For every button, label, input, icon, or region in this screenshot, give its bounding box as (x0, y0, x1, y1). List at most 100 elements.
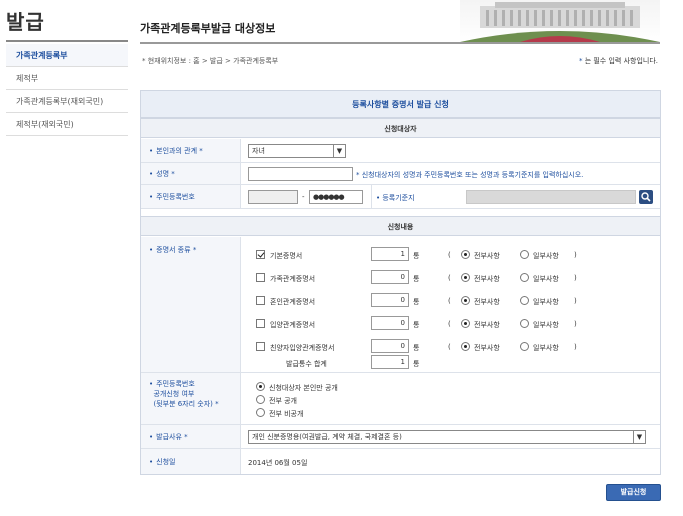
cert-radio-part-marriage[interactable] (520, 296, 529, 305)
cert-radio-all-basic[interactable] (461, 250, 470, 259)
cert-radio-all-marriage[interactable] (461, 296, 470, 305)
cert-count-full-adoption[interactable]: 0 (371, 339, 409, 353)
disclosure-option-self: 신청대상자 본인만 공개 (269, 384, 338, 392)
cert-radio-part-adoption[interactable] (520, 319, 529, 328)
cert-name-full-adoption: 친양자입양관계증명서 (270, 344, 335, 352)
paren-open: ( (448, 343, 451, 351)
sidebar-item-removed-register-overseas[interactable]: 제적부(재외국민) (6, 113, 128, 136)
date-label: • 신청일 (141, 449, 241, 474)
cert-count-basic[interactable]: 1 (371, 247, 409, 261)
name-input[interactable] (248, 167, 353, 181)
cert-label: • 증명서 종류 * (141, 237, 241, 372)
paren-close: ) (574, 297, 577, 305)
required-note-text: 는 필수 입력 사항입니다. (582, 57, 658, 65)
cert-unit: 통 (413, 344, 420, 352)
cert-checkbox-full-adoption[interactable] (256, 342, 265, 351)
reason-label: • 발급사유 * (141, 425, 241, 448)
cert-count-adoption[interactable]: 0 (371, 316, 409, 330)
row-date: • 신청일 2014년 06월 05일 (141, 449, 660, 474)
page: 발급 가족관계등록부 제적부 가족관계등록부(재외국민) 제적부(재외국민) 가… (0, 0, 683, 516)
cert-count-family[interactable]: 0 (371, 270, 409, 284)
cert-radio-part-full-adoption[interactable] (520, 342, 529, 351)
opt-all-label: 전부사항 (474, 321, 500, 329)
search-icon (641, 192, 651, 202)
sidebar-item-removed-register[interactable]: 제적부 (6, 67, 128, 90)
cert-name-basic: 기본증명서 (270, 252, 303, 260)
opt-part-label: 일부사항 (533, 344, 559, 352)
section-applicant-header: 신청대상자 (141, 118, 660, 138)
rrn-back-input[interactable]: ●●●●●● (309, 190, 363, 204)
rrn-label: • 주민등록번호 (141, 185, 241, 208)
application-form: 등록사항별 증명서 발급 신청 신청대상자 • 본인과의 관계 * 자녀 ▼ • 성… (140, 90, 661, 475)
paren-close: ) (574, 251, 577, 259)
row-rrn: • 주민등록번호 - ●●●●●● • 등록기준지 (141, 185, 660, 209)
opt-all-label: 전부사항 (474, 252, 500, 260)
paren-close: ) (574, 343, 577, 351)
cert-unit: 통 (413, 275, 420, 283)
row-reason: • 발급사유 * 개인 신분증명용(여권발급, 계약 체결, 국제결혼 등) ▼ (141, 425, 660, 449)
cert-unit: 통 (413, 298, 420, 306)
cert-count-marriage[interactable]: 0 (371, 293, 409, 307)
total-count: 1 (371, 355, 409, 369)
disclosure-option-none: 전부 비공개 (269, 410, 304, 418)
apply-button[interactable]: 발급신청 (606, 484, 661, 501)
row-disclosure: • 주민등록번호 공개신청 여부 (뒷부분 6자리 숫자) * 신청대상자 본인만… (141, 373, 660, 425)
reason-select-value: 개인 신분증명용(여권발급, 계약 체결, 국제결혼 등) (252, 433, 402, 441)
cert-checkbox-marriage[interactable] (256, 296, 265, 305)
header-banner-image (460, 0, 660, 42)
paren-close: ) (574, 274, 577, 282)
cert-name-family: 가족관계증명서 (270, 275, 316, 283)
cert-checkbox-basic[interactable] (256, 250, 265, 259)
cert-radio-part-family[interactable] (520, 273, 529, 282)
paren-open: ( (448, 274, 451, 282)
domicile-input[interactable] (466, 190, 636, 204)
row-relation: • 본인과의 관계 * 자녀 ▼ (141, 139, 660, 163)
required-note: * 는 필수 입력 사항입니다. (579, 56, 658, 66)
chevron-down-icon: ▼ (333, 145, 345, 157)
opt-part-label: 일부사항 (533, 298, 559, 306)
disclosure-radio-none[interactable] (256, 408, 265, 417)
rrn-front-input[interactable] (248, 190, 298, 204)
sidebar-item-family-register[interactable]: 가족관계등록부 (6, 44, 128, 67)
application-date: 2014년 06월 05일 (248, 459, 308, 467)
row-name: • 성명 * * 신청대상자의 성명과 주민등록번호 또는 성명과 등록기준지를 … (141, 163, 660, 185)
total-label: 발급통수 합계 (286, 360, 327, 368)
paren-open: ( (448, 297, 451, 305)
disclosure-radio-all[interactable] (256, 395, 265, 404)
domicile-label: • 등록기준지 (376, 194, 415, 202)
rrn-dash: - (302, 193, 305, 201)
opt-all-label: 전부사항 (474, 298, 500, 306)
cert-unit: 통 (413, 252, 420, 260)
name-hint: * 신청대상자의 성명과 주민등록번호 또는 성명과 등록기준지를 입력하십시오… (356, 171, 584, 179)
page-title: 가족관계등록부발급 대상정보 (140, 22, 276, 35)
relation-select[interactable]: 자녀 ▼ (248, 144, 346, 158)
cert-checkbox-family[interactable] (256, 273, 265, 282)
opt-part-label: 일부사항 (533, 275, 559, 283)
disclosure-option-all: 전부 공개 (269, 397, 297, 405)
sidebar-divider (6, 40, 128, 42)
disclosure-radio-self[interactable] (256, 382, 265, 391)
breadcrumb: * 현재위치정보 : 홈 > 발급 > 가족관계등록부 (142, 57, 279, 65)
reason-select[interactable]: 개인 신분증명용(여권발급, 계약 체결, 국제결혼 등) ▼ (248, 430, 646, 444)
cert-name-adoption: 입양관계증명서 (270, 321, 316, 329)
cert-checkbox-adoption[interactable] (256, 319, 265, 328)
paren-close: ) (574, 320, 577, 328)
paren-open: ( (448, 320, 451, 328)
section-content-header: 신청내용 (141, 216, 660, 236)
relation-label: • 본인과의 관계 * (141, 139, 241, 162)
cert-unit: 통 (413, 321, 420, 329)
sidebar-menu: 가족관계등록부 제적부 가족관계등록부(재외국민) 제적부(재외국민) (6, 44, 128, 136)
domicile-search-button[interactable] (639, 190, 653, 204)
opt-part-label: 일부사항 (533, 252, 559, 260)
header-divider (140, 42, 660, 44)
paren-open: ( (448, 251, 451, 259)
cert-radio-all-adoption[interactable] (461, 319, 470, 328)
opt-all-label: 전부사항 (474, 344, 500, 352)
form-title: 등록사항별 증명서 발급 신청 (141, 91, 660, 118)
cert-name-marriage: 혼인관계증명서 (270, 298, 316, 306)
cert-radio-all-full-adoption[interactable] (461, 342, 470, 351)
chevron-down-icon: ▼ (633, 431, 645, 443)
sidebar-item-family-register-overseas[interactable]: 가족관계등록부(재외국민) (6, 90, 128, 113)
cert-radio-all-family[interactable] (461, 273, 470, 282)
cert-radio-part-basic[interactable] (520, 250, 529, 259)
